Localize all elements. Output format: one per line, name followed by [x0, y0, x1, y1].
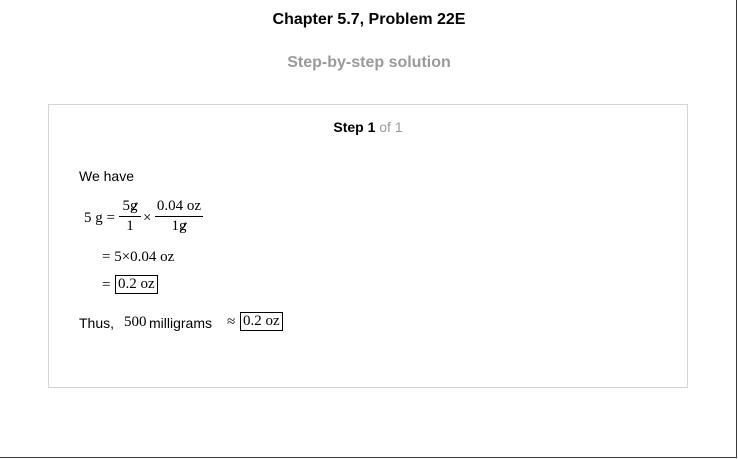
solution-card: Step 1 of 1 We have 5 g = 5g 1 × 0.04 oz… — [48, 104, 688, 388]
fraction-conversion-numerator: 0.04 oz — [156, 198, 202, 214]
fraction-conversion: 0.04 oz 1g — [155, 198, 203, 235]
cancelled-unit-g: g — [130, 198, 138, 214]
solution-subtitle: Step-by-step solution — [287, 54, 451, 71]
fraction-conversion-denominator: 1g — [171, 218, 187, 234]
conclusion-thus: Thus, — [79, 315, 115, 331]
intro-text: We have — [79, 168, 134, 184]
chapter-title: Chapter 5.7, Problem 22E — [272, 11, 466, 28]
conclusion-unit: milligrams — [149, 315, 212, 331]
conclusion-value: 500 — [124, 314, 147, 330]
step-count: of 1 — [379, 119, 403, 135]
fraction-grams-numerator: 5g — [122, 198, 138, 214]
equation-step-2: = 5×0.04 oz — [102, 249, 175, 265]
final-answer: 0.2 oz — [240, 312, 283, 331]
cancelled-unit-g-2: g — [179, 218, 187, 234]
approx-sign: ≈ — [227, 314, 236, 330]
times-sign: × — [143, 210, 152, 226]
step-header: Step 1 of 1 — [49, 119, 687, 135]
step-label: Step 1 — [333, 119, 376, 135]
boxed-result: 0.2 oz — [115, 275, 158, 294]
fraction-grams-denominator: 1 — [126, 218, 134, 234]
fraction-grams: 5g 1 — [119, 198, 141, 235]
equation-step-3-eq: = — [102, 277, 111, 293]
equation-lhs: 5 g = — [84, 210, 115, 226]
